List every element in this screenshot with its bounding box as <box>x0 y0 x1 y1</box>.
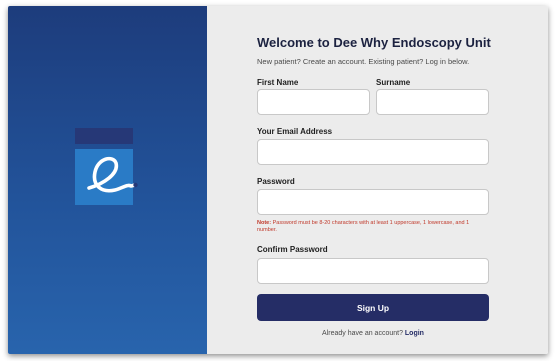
page-subtitle: New patient? Create an account. Existing… <box>257 57 470 66</box>
password-label: Password <box>257 177 295 186</box>
email-label: Your Email Address <box>257 127 333 136</box>
signup-form: Welcome to Dee Why Endoscopy Unit New pa… <box>207 6 548 354</box>
surname-label: Surname <box>376 78 411 87</box>
password-requirements-note: Note: Password must be 8-20 characters w… <box>257 220 489 234</box>
first-name-label: First Name <box>257 78 299 87</box>
first-name-field[interactable] <box>257 89 370 115</box>
page-title: Welcome to Dee Why Endoscopy Unit <box>257 35 491 50</box>
login-prompt-text: Already have an account? <box>322 330 405 337</box>
confirm-password-field[interactable] <box>257 258 489 284</box>
login-link[interactable]: Login <box>405 330 424 337</box>
password-field[interactable] <box>257 189 489 215</box>
signup-window: Welcome to Dee Why Endoscopy Unit New pa… <box>8 6 548 354</box>
brand-panel <box>8 6 207 354</box>
e-letter-logo-icon <box>75 128 138 205</box>
surname-field[interactable] <box>376 89 489 115</box>
sign-up-button[interactable]: Sign Up <box>257 294 489 321</box>
confirm-password-label: Confirm Password <box>257 245 328 254</box>
note-text: Password must be 8-20 characters with at… <box>257 220 470 233</box>
note-prefix: Note: <box>257 220 272 226</box>
login-prompt: Already have an account? Login <box>257 330 489 337</box>
email-field[interactable] <box>257 139 489 165</box>
